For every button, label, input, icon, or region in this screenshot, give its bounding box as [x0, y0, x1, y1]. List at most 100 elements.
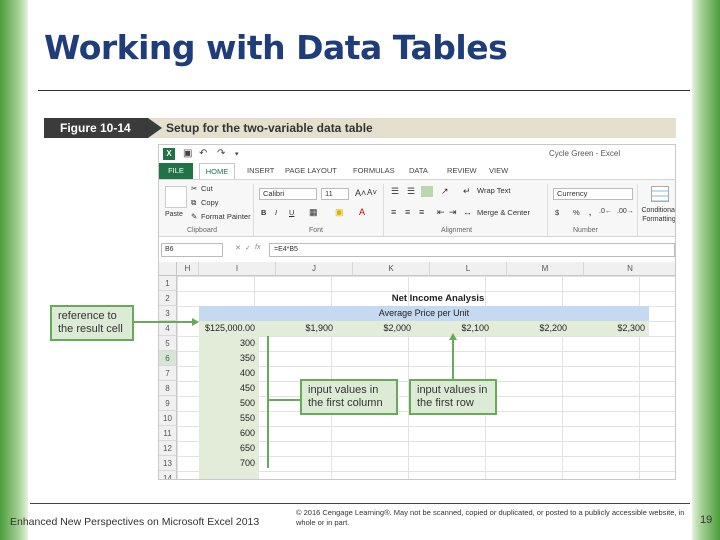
row-header[interactable]: 8: [159, 381, 177, 396]
row-header[interactable]: 14: [159, 471, 177, 479]
result-cell[interactable]: $125,000.00: [179, 321, 259, 336]
column-header[interactable]: H: [177, 262, 199, 276]
merge-center-icon[interactable]: ↔: [463, 207, 472, 217]
accounting-format-button[interactable]: $: [555, 208, 559, 217]
row-header[interactable]: 11: [159, 426, 177, 441]
paste-icon[interactable]: [165, 186, 187, 208]
row-header[interactable]: 5: [159, 336, 177, 351]
merge-center-button[interactable]: Merge & Center: [477, 208, 530, 217]
tab-file[interactable]: FILE: [159, 163, 193, 179]
row-input-cell[interactable]: $2,100: [415, 321, 493, 336]
copy-button[interactable]: Copy: [201, 198, 219, 207]
fill-color-icon[interactable]: ▣: [335, 207, 344, 218]
column-header[interactable]: J: [276, 262, 353, 276]
cancel-icon[interactable]: ✕: [235, 244, 241, 252]
select-all-corner[interactable]: [159, 262, 177, 276]
align-bottom-icon[interactable]: [421, 186, 433, 197]
column-input-cell[interactable]: 300: [199, 336, 259, 351]
row-input-cell[interactable]: $1,900: [259, 321, 337, 336]
font-name-combo[interactable]: Calibri: [259, 188, 317, 200]
increase-indent-icon[interactable]: ⇥: [449, 207, 457, 218]
comma-style-button[interactable]: ,: [589, 208, 591, 217]
row-header[interactable]: 12: [159, 441, 177, 456]
column-header[interactable]: M: [507, 262, 584, 276]
row-header-selected[interactable]: 6: [159, 351, 177, 366]
tab-page-layout[interactable]: PAGE LAYOUT: [285, 166, 337, 175]
align-left-icon[interactable]: ≡: [391, 207, 396, 217]
row-header[interactable]: 10: [159, 411, 177, 426]
ribbon-separator: [637, 184, 638, 236]
tab-data[interactable]: DATA: [409, 166, 428, 175]
increase-decimal-icon[interactable]: .0←: [599, 208, 612, 215]
formula-bar: B6 ✕ ✓ fx =E4*B5: [159, 243, 675, 257]
align-top-icon[interactable]: ☰: [391, 186, 399, 197]
row-header[interactable]: 7: [159, 366, 177, 381]
enter-icon[interactable]: ✓: [245, 244, 251, 252]
name-box[interactable]: B6: [161, 243, 223, 257]
italic-button[interactable]: I: [275, 208, 277, 217]
column-header[interactable]: N: [584, 262, 675, 276]
row-header[interactable]: 4: [159, 321, 177, 336]
conditional-formatting-icon[interactable]: [651, 186, 669, 202]
row-header[interactable]: 1: [159, 276, 177, 291]
customize-qat-icon[interactable]: ▾: [235, 150, 239, 158]
tab-view[interactable]: VIEW: [489, 166, 508, 175]
conditional-formatting-button[interactable]: Conditional Formatting: [641, 206, 675, 224]
bold-button[interactable]: B: [261, 208, 266, 217]
column-input-cell[interactable]: 500: [199, 396, 259, 411]
font-size-combo[interactable]: 11: [321, 188, 349, 200]
cut-icon[interactable]: ✂: [191, 184, 197, 193]
column-input-cell[interactable]: 700: [199, 456, 259, 471]
decrease-indent-icon[interactable]: ⇤: [437, 207, 445, 218]
tab-review[interactable]: REVIEW: [447, 166, 477, 175]
column-input-cell[interactable]: 650: [199, 441, 259, 456]
footer-book-title: Enhanced New Perspectives on Microsoft E…: [10, 516, 260, 528]
borders-icon[interactable]: ▦: [309, 207, 318, 218]
grow-font-icon[interactable]: A˄: [355, 188, 366, 198]
row-input-cell[interactable]: $2,200: [493, 321, 571, 336]
font-color-icon[interactable]: A: [359, 207, 365, 217]
cut-button[interactable]: Cut: [201, 184, 213, 193]
row-header[interactable]: 2: [159, 291, 177, 306]
underline-button[interactable]: U: [289, 208, 294, 217]
column-input-cell[interactable]: 350: [199, 351, 259, 366]
column-header[interactable]: K: [353, 262, 430, 276]
undo-icon[interactable]: ↶: [199, 148, 207, 159]
sheet-subtitle-cell[interactable]: Average Price per Unit: [199, 306, 649, 321]
wrap-text-button[interactable]: Wrap Text: [477, 186, 511, 195]
row-input-cell[interactable]: $2,000: [337, 321, 415, 336]
percent-style-button[interactable]: %: [573, 208, 580, 217]
decrease-decimal-icon[interactable]: .00→: [617, 208, 634, 215]
column-input-cell[interactable]: 600: [199, 426, 259, 441]
row-header[interactable]: 9: [159, 396, 177, 411]
redo-icon[interactable]: ↷: [217, 148, 225, 159]
tab-formulas[interactable]: FORMULAS: [353, 166, 395, 175]
shrink-font-icon[interactable]: A˅: [367, 188, 377, 197]
column-input-cell[interactable]: 550: [199, 411, 259, 426]
save-icon[interactable]: ▣: [183, 148, 192, 159]
callout-row-inputs: input values in the first row: [409, 379, 497, 415]
align-right-icon[interactable]: ≡: [419, 207, 424, 217]
column-header[interactable]: I: [199, 262, 276, 276]
row-header[interactable]: 3: [159, 306, 177, 321]
wrap-text-icon[interactable]: ↵: [463, 186, 471, 197]
tab-insert[interactable]: INSERT: [247, 166, 274, 175]
group-clipboard-label: Clipboard: [187, 227, 217, 234]
copy-icon[interactable]: ⧉: [191, 198, 196, 208]
tab-home[interactable]: HOME: [199, 163, 235, 180]
column-header[interactable]: L: [430, 262, 507, 276]
orientation-icon[interactable]: ↗: [441, 186, 449, 197]
sheet-title-cell[interactable]: Net Income Analysis: [199, 291, 675, 306]
number-format-combo[interactable]: Currency: [553, 188, 633, 200]
column-input-cell[interactable]: 450: [199, 381, 259, 396]
align-center-icon[interactable]: ≡: [405, 207, 410, 217]
row-input-cell[interactable]: $2,300: [571, 321, 649, 336]
paste-label[interactable]: Paste: [165, 211, 183, 218]
formula-input[interactable]: =E4*B5: [269, 243, 675, 257]
row-header[interactable]: 13: [159, 456, 177, 471]
align-middle-icon[interactable]: ☰: [407, 186, 415, 197]
column-input-cell[interactable]: 400: [199, 366, 259, 381]
format-painter-button[interactable]: Format Painter: [201, 212, 251, 221]
insert-function-icon[interactable]: fx: [255, 244, 260, 251]
format-painter-icon[interactable]: ✎: [191, 212, 197, 221]
